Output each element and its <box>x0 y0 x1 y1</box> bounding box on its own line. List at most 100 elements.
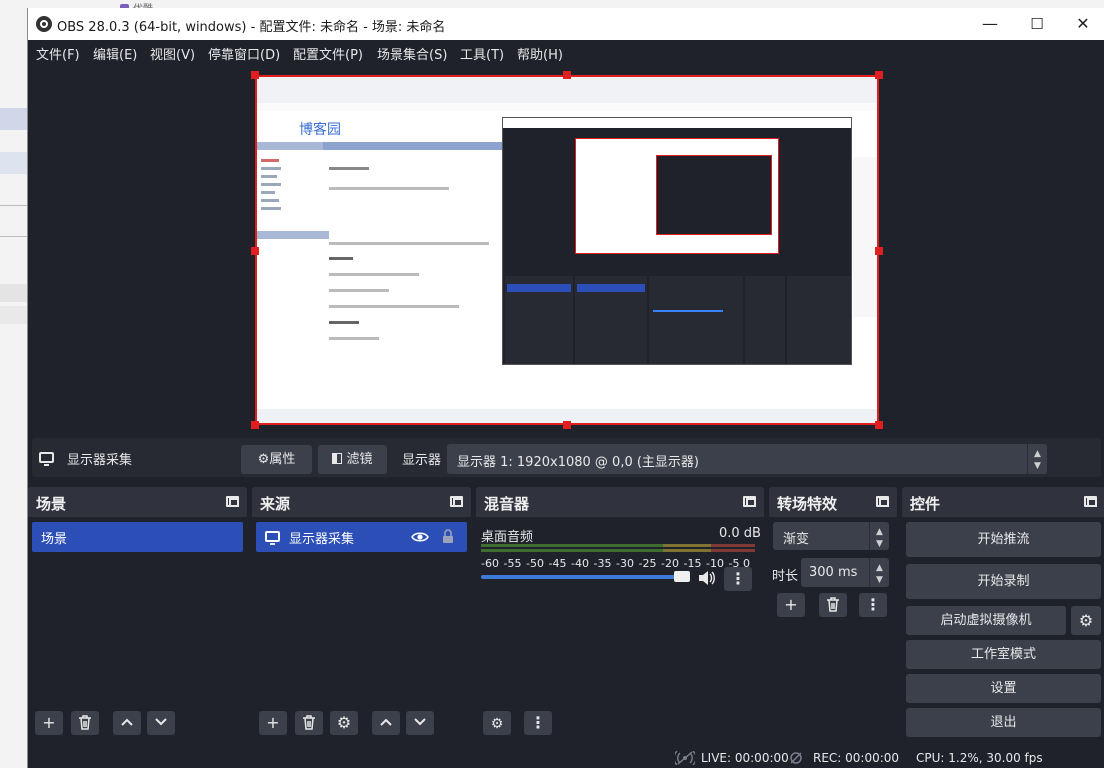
captured-text-line <box>329 337 379 340</box>
transition-properties-button[interactable]: ⋮ <box>859 593 887 617</box>
undock-icon[interactable] <box>1084 496 1097 507</box>
list-item[interactable]: 显示器采集 <box>256 522 467 552</box>
chevron-up-icon <box>380 718 392 726</box>
sources-list[interactable]: 显示器采集 + ⚙ <box>252 517 471 743</box>
spinner-arrows-icon[interactable]: ▲ ▼ <box>869 558 889 587</box>
desktop-sidebar-highlight <box>0 108 27 130</box>
captured-text-line <box>329 187 449 190</box>
menu-edit[interactable]: 编辑(E) <box>93 44 137 63</box>
desktop-toolbar-fragment <box>0 284 27 302</box>
volume-slider-track[interactable] <box>481 575 684 579</box>
duration-spinbox[interactable]: 300 ms ▲ ▼ <box>801 558 889 587</box>
undock-icon[interactable] <box>876 496 889 507</box>
menu-docks[interactable]: 停靠窗口(D) <box>208 44 280 63</box>
resize-handle-bottom[interactable] <box>563 421 571 429</box>
undock-icon[interactable] <box>226 496 239 507</box>
start-recording-button[interactable]: 开始录制 <box>906 564 1101 599</box>
captured-sources-panel <box>575 276 647 364</box>
menu-help[interactable]: 帮助(H) <box>517 44 563 63</box>
resize-handle-top-right[interactable] <box>875 71 883 79</box>
resize-handle-top-left[interactable] <box>251 71 259 79</box>
captured-display-source[interactable]: 博客园 <box>255 75 879 425</box>
meter-tick-label: -60 <box>481 557 499 570</box>
scenes-list[interactable]: 场景 + <box>28 517 247 743</box>
display-source-icon <box>39 452 54 466</box>
desktop-toolbar-fragment <box>0 306 27 324</box>
menu-view[interactable]: 视图(V) <box>150 44 195 63</box>
plus-icon: + <box>784 595 798 614</box>
menu-tools[interactable]: 工具(T) <box>460 44 504 63</box>
add-scene-button[interactable]: + <box>35 711 63 735</box>
advanced-audio-properties-button[interactable]: ⚙ <box>483 711 511 735</box>
eye-icon[interactable] <box>411 530 429 544</box>
move-scene-up-button[interactable] <box>113 711 141 735</box>
resize-handle-top[interactable] <box>563 71 571 79</box>
trash-icon <box>827 597 839 612</box>
meter-tick-label: -45 <box>548 557 567 570</box>
meter-tick-label: -50 <box>526 557 544 570</box>
mixer-dock-header: 混音器 <box>476 487 764 517</box>
virtual-camera-settings-button[interactable]: ⚙ <box>1071 606 1101 635</box>
studio-mode-button[interactable]: 工作室模式 <box>906 640 1101 669</box>
preview-canvas[interactable]: 博客园 <box>28 65 1104 437</box>
meter-tick-label: -20 <box>661 557 679 570</box>
undock-icon[interactable] <box>743 496 756 507</box>
captured-volume-slider <box>653 310 723 312</box>
start-virtual-camera-button[interactable]: 启动虚拟摄像机 <box>906 606 1066 635</box>
captured-text-line <box>329 257 353 260</box>
window-title: OBS 28.0.3 (64-bit, windows) - 配置文件: 未命名… <box>57 20 446 35</box>
exit-button[interactable]: 退出 <box>906 708 1101 737</box>
captured-obs-window <box>502 117 852 365</box>
source-properties-button[interactable]: ⚙ <box>330 711 358 735</box>
captured-controls-panel <box>787 276 851 364</box>
resize-handle-bottom-left[interactable] <box>251 421 259 429</box>
captured-text-line <box>261 175 277 178</box>
captured-bookmarks-bar <box>257 103 877 111</box>
add-source-button[interactable]: + <box>259 711 287 735</box>
mixer-body: 桌面音频 0.0 dB -60 -55 -50 -45 -40 -35 -30 -25 -20-… <box>476 517 764 743</box>
menu-scene-collection[interactable]: 场景集合(S) <box>377 44 447 63</box>
obs-logo-icon <box>36 16 52 32</box>
remove-scene-button[interactable] <box>71 711 99 735</box>
obs-window: OBS 28.0.3 (64-bit, windows) - 配置文件: 未命名… <box>27 8 1104 768</box>
close-button[interactable]: ✕ <box>1060 8 1104 40</box>
transition-select[interactable]: 渐变 ▲ ▼ <box>773 522 889 550</box>
scenes-dock-header: 场景 <box>28 487 247 517</box>
meter-tick-label: -35 <box>593 557 612 570</box>
mixer-menu-button[interactable]: ⋮ <box>524 711 552 735</box>
captured-text-line <box>261 207 281 210</box>
menu-profile[interactable]: 配置文件(P) <box>293 44 363 63</box>
resize-handle-right[interactable] <box>875 247 883 255</box>
list-item[interactable]: 场景 <box>32 522 243 552</box>
chevron-updown-icon: ▲ ▼ <box>869 522 889 550</box>
resize-handle-bottom-right[interactable] <box>875 421 883 429</box>
remove-transition-button[interactable] <box>819 593 847 617</box>
transitions-body: 渐变 ▲ ▼ 时长 300 ms ▲ ▼ + ⋮ <box>769 517 897 743</box>
speaker-icon[interactable] <box>698 570 716 586</box>
volume-slider-handle[interactable] <box>674 571 690 582</box>
lock-icon[interactable] <box>442 529 454 544</box>
add-transition-button[interactable]: + <box>777 593 805 617</box>
kebab-menu-icon: ⋮ <box>530 713 546 732</box>
minimize-button[interactable]: — <box>967 8 1013 40</box>
start-streaming-button[interactable]: 开始推流 <box>906 522 1101 557</box>
display-select[interactable]: 显示器 1: 1920x1080 @ 0,0 (主显示器) ▲ ▼ <box>447 444 1047 474</box>
desktop-divider <box>0 205 27 206</box>
move-source-up-button[interactable] <box>372 711 400 735</box>
menu-file[interactable]: 文件(F) <box>36 44 80 63</box>
move-source-down-button[interactable] <box>406 711 434 735</box>
remove-source-button[interactable] <box>295 711 323 735</box>
undock-icon[interactable] <box>450 496 463 507</box>
filters-button[interactable]: 滤镜 <box>318 445 387 474</box>
maximize-button[interactable]: ☐ <box>1014 8 1060 40</box>
mixer-channel-menu-button[interactable]: ⋮ <box>724 567 752 591</box>
captured-transitions-panel <box>745 276 785 364</box>
move-scene-down-button[interactable] <box>147 711 175 735</box>
resize-handle-left[interactable] <box>251 247 259 255</box>
captured-side-panel <box>853 157 877 317</box>
selected-source-name: 显示器采集 <box>67 453 133 468</box>
scene-name: 场景 <box>41 532 68 547</box>
captured-obs-preview <box>575 138 779 254</box>
properties-button[interactable]: ⚙属性 <box>241 445 312 474</box>
settings-button[interactable]: 设置 <box>906 674 1101 703</box>
